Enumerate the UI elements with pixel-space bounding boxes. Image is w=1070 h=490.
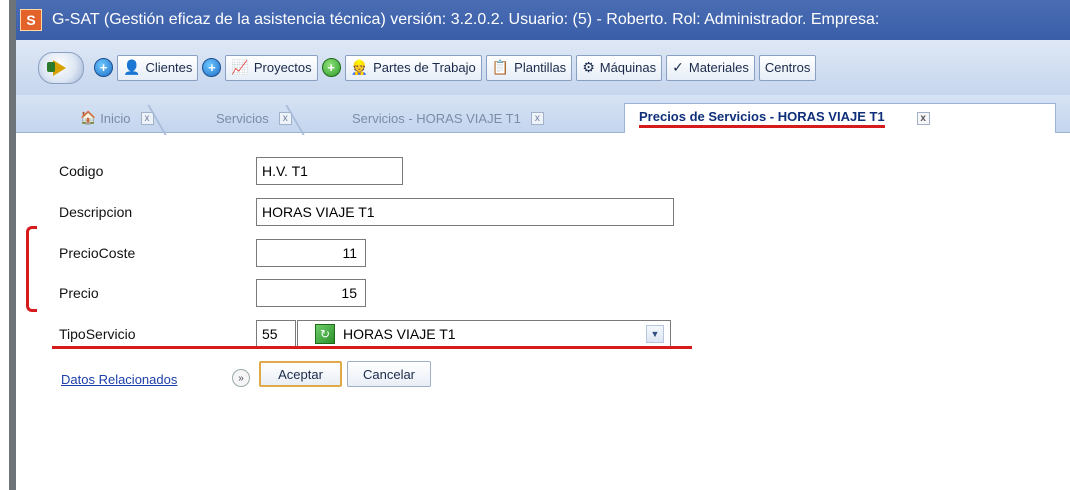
toolbar-item-label: Centros (764, 60, 811, 75)
descripcion-field[interactable]: HORAS VIAJE T1 (256, 198, 674, 226)
add-client-icon[interactable]: + (94, 58, 113, 77)
tab-servicios-horas-viaje[interactable]: Servicios - HORAS VIAJE T1 x (352, 103, 544, 133)
toolbar-maquinas-button[interactable]: ⚙ Máquinas (576, 54, 663, 81)
template-icon: 📋 (491, 59, 510, 75)
tipo-servicio-label: TipoServicio (59, 326, 136, 342)
chevron-down-icon[interactable]: ▼ (646, 325, 664, 343)
tab-servicios[interactable]: Servicios x (216, 103, 306, 133)
toolbar-clientes-button[interactable]: 👤 Clientes (117, 54, 199, 81)
toolbar-item-label: Plantillas (514, 60, 567, 75)
codigo-label: Codigo (59, 163, 104, 179)
tipo-servicio-value: HORAS VIAJE T1 (343, 326, 456, 342)
home-icon: 🏠 (80, 110, 97, 125)
toolbar-item-label: Proyectos (253, 60, 312, 75)
close-icon[interactable]: x (916, 112, 930, 125)
toolbar-item-label: Partes de Trabajo (373, 60, 476, 75)
close-icon[interactable]: x (530, 111, 544, 125)
main-toolbar: + 👤 Clientes + 📈 Proyectos + 👷 Partes de… (16, 40, 1070, 95)
client-icon: 👤 (123, 59, 141, 75)
cancelar-button[interactable]: Cancelar (347, 361, 431, 387)
descripcion-label: Descripcion (59, 204, 133, 220)
tipo-servicio-select[interactable]: ↻ HORAS VIAJE T1 ▼ (297, 320, 671, 348)
window-title: G-SAT (Gestión eficaz de la asistencia t… (52, 11, 880, 28)
tipo-servicio-code-field[interactable]: 55 (256, 320, 296, 348)
refresh-icon: ↻ (315, 324, 335, 344)
annotation-bracket (26, 226, 37, 312)
toolbar-item-label: Máquinas (599, 60, 657, 75)
aceptar-button[interactable]: Aceptar (259, 361, 342, 387)
datos-relacionados-link[interactable]: Datos Relacionados (61, 372, 177, 387)
tab-label: Servicios (216, 110, 269, 126)
worker-icon: 👷 (350, 59, 369, 75)
expand-icon[interactable]: » (232, 369, 250, 387)
tab-label: Servicios - HORAS VIAJE T1 (352, 110, 521, 126)
document-tabs: 🏠 Inicio x Servicios x Servicios - HORAS… (16, 95, 1070, 133)
toolbar-item-label: Clientes (145, 60, 193, 75)
tab-label: Precios de Servicios - HORAS VIAJE T1 (639, 109, 885, 128)
app-icon: S (20, 9, 42, 31)
toolbar-item-label: Materiales (688, 60, 749, 75)
tab-precios-servicios[interactable]: Precios de Servicios - HORAS VIAJE T1 x (624, 103, 1056, 133)
tab-label: Inicio (100, 110, 131, 126)
toolbar-plantillas-button[interactable]: 📋 Plantillas (485, 54, 573, 81)
precio-label: Precio (59, 285, 99, 301)
machine-icon: ⚙ (582, 59, 595, 75)
projects-icon: 📈 (231, 59, 249, 75)
toolbar-proyectos-button[interactable]: 📈 Proyectos (225, 54, 318, 81)
add-project-icon[interactable]: + (202, 58, 222, 77)
materials-icon: ✓ (672, 59, 684, 75)
add-work-order-icon[interactable]: + (321, 58, 341, 77)
toolbar-centros-button[interactable]: Centros (758, 54, 817, 81)
toolbar-partes-button[interactable]: 👷 Partes de Trabajo (344, 54, 482, 81)
precio-coste-field[interactable]: 11 (256, 239, 366, 267)
app-menu-orb[interactable] (38, 51, 84, 84)
precio-field[interactable]: 15 (256, 279, 366, 307)
tab-inicio[interactable]: 🏠 Inicio x (80, 103, 168, 133)
toolbar-materiales-button[interactable]: ✓ Materiales (666, 54, 755, 81)
window-left-border (0, 0, 16, 490)
annotation-underline (52, 346, 692, 349)
window-titlebar: S G-SAT (Gestión eficaz de la asistencia… (16, 0, 1070, 40)
precio-coste-label: PrecioCoste (59, 245, 136, 261)
codigo-field[interactable]: H.V. T1 (256, 157, 403, 185)
